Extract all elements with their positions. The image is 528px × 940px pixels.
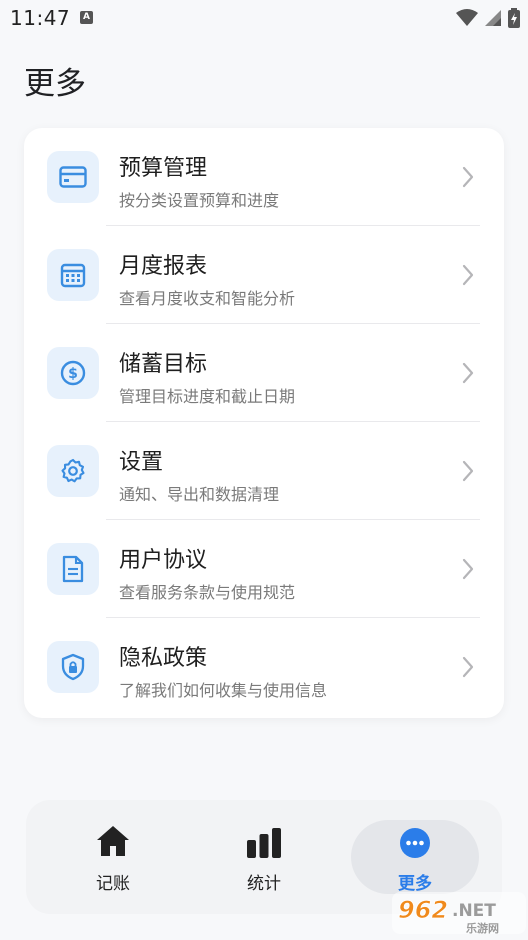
menu-item-subtitle: 按分类设置预算和进度 — [119, 191, 280, 210]
menu-item-budget[interactable]: 预算管理 按分类设置预算和进度 — [24, 128, 504, 226]
svg-text:.NET: .NET — [452, 901, 496, 921]
menu-item-subtitle: 了解我们如何收集与使用信息 — [119, 681, 328, 700]
dollar-circle-icon: $ — [47, 347, 99, 399]
menu-item-settings[interactable]: 设置 通知、导出和数据清理 — [24, 422, 504, 520]
status-time: 11:47 — [10, 6, 71, 30]
chevron-right-icon — [462, 264, 474, 286]
tab-label: 统计 — [247, 874, 281, 894]
svg-text:$: $ — [68, 366, 78, 382]
status-icons — [456, 8, 520, 28]
battery-icon — [508, 8, 520, 28]
svg-text:乐游网: 乐游网 — [466, 921, 499, 935]
home-icon — [97, 826, 129, 856]
document-icon — [47, 543, 99, 595]
menu-item-title: 月度报表 — [119, 254, 208, 279]
chevron-right-icon — [462, 362, 474, 384]
wifi-icon — [456, 9, 478, 26]
menu-item-title: 用户协议 — [119, 548, 208, 573]
chevron-right-icon — [462, 656, 474, 678]
menu-item-title: 预算管理 — [119, 156, 208, 181]
gear-icon — [47, 445, 99, 497]
notification-a-icon: A — [80, 11, 93, 24]
bar-chart-icon — [247, 828, 281, 858]
menu-card: 预算管理 按分类设置预算和进度 月度报表 查看月度收支和智能分析 $ 储蓄目标 … — [24, 128, 504, 718]
menu-item-subtitle: 通知、导出和数据清理 — [119, 485, 280, 504]
shield-lock-icon — [47, 641, 99, 693]
tab-statistics[interactable]: 统计 — [199, 800, 329, 914]
tab-bookkeeping[interactable]: 记账 — [48, 800, 178, 914]
chevron-right-icon — [462, 558, 474, 580]
menu-item-privacy-policy[interactable]: 隐私政策 了解我们如何收集与使用信息 — [24, 618, 504, 716]
chevron-right-icon — [462, 166, 474, 188]
credit-card-icon — [47, 151, 99, 203]
menu-item-subtitle: 管理目标进度和截止日期 — [119, 387, 296, 406]
menu-item-savings-goal[interactable]: $ 储蓄目标 管理目标进度和截止日期 — [24, 324, 504, 422]
menu-item-subtitle: 查看月度收支和智能分析 — [119, 289, 296, 308]
chevron-right-icon — [462, 460, 474, 482]
watermark-logo: 962 .NET 乐游网 — [392, 892, 526, 935]
page-title: 更多 — [24, 66, 86, 102]
menu-item-monthly-report[interactable]: 月度报表 查看月度收支和智能分析 — [24, 226, 504, 324]
more-dots-icon — [400, 828, 430, 858]
signal-icon — [485, 10, 501, 26]
menu-item-title: 储蓄目标 — [119, 352, 208, 377]
menu-item-title: 设置 — [119, 450, 164, 475]
menu-item-title: 隐私政策 — [119, 646, 208, 671]
menu-item-subtitle: 查看服务条款与使用规范 — [119, 583, 296, 602]
menu-item-user-agreement[interactable]: 用户协议 查看服务条款与使用规范 — [24, 520, 504, 618]
calendar-icon — [47, 249, 99, 301]
status-bar: 11:47 A — [0, 0, 528, 36]
tab-label: 记账 — [96, 874, 130, 894]
svg-text:962: 962 — [398, 896, 448, 924]
